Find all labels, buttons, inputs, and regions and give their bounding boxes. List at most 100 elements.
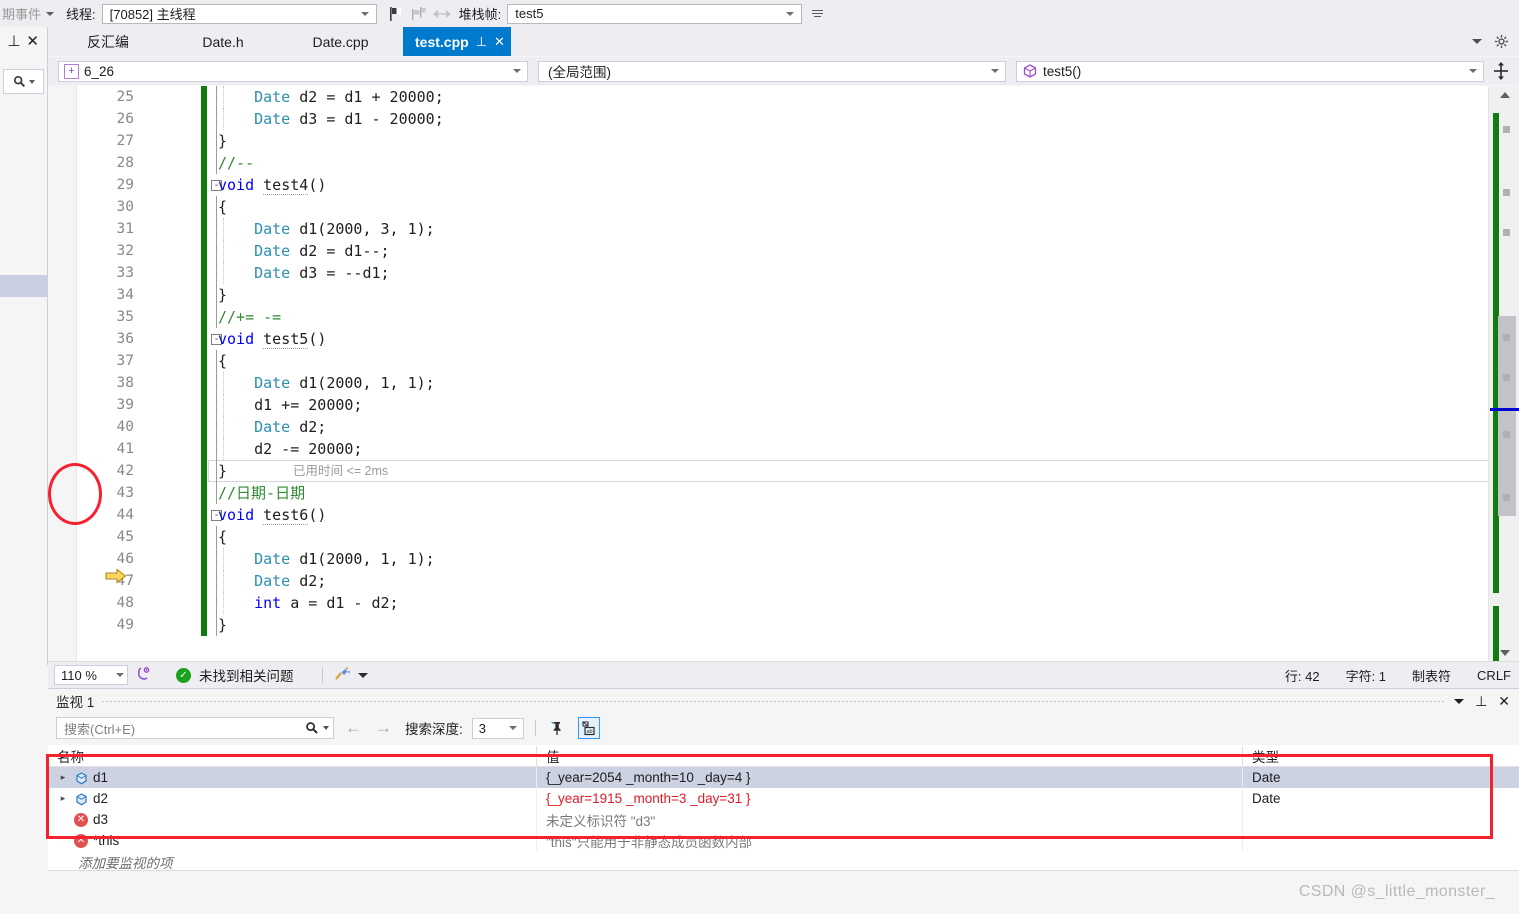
code-line[interactable]: 40 Date d2; (48, 416, 1476, 438)
link-faded-icon[interactable] (431, 5, 451, 23)
events-dropdown[interactable]: 期事件 (2, 4, 55, 23)
member-combo[interactable]: test5() (1016, 60, 1484, 82)
pin-column-icon[interactable] (547, 717, 569, 739)
tab-date-h[interactable]: Date.h (168, 28, 278, 56)
chevron-down-icon[interactable] (1454, 698, 1465, 704)
chevron-down-icon[interactable] (323, 726, 329, 730)
watch-type-cell[interactable]: ↻ (1242, 809, 1519, 830)
zoom-level-combo[interactable]: 110 % (54, 665, 128, 685)
code-line[interactable]: 41 d2 -= 20000; (48, 438, 1476, 460)
intellicode-icon[interactable] (136, 665, 153, 685)
expand-arrow-icon[interactable]: ▸ (57, 793, 69, 804)
code-token: () (308, 330, 327, 348)
code-line[interactable]: 45 { (48, 526, 1476, 548)
code-token: 1 (407, 374, 417, 392)
watch-name-cell[interactable]: ▸ d1 (48, 767, 536, 788)
close-icon[interactable]: ✕ (26, 34, 39, 49)
watch-value-cell[interactable]: 未定义标识符 "d3" (536, 809, 1242, 830)
code-line[interactable]: 27} (48, 130, 1476, 152)
tab-test-cpp[interactable]: test.cpp ⊥ ✕ (403, 27, 511, 56)
watch-value-cell[interactable]: {_year=2054 _month=10 _day=4 } (536, 767, 1242, 788)
table-row[interactable]: ▸ d1 {_year=2054 _month=10 _day=4 } Date (48, 767, 1519, 788)
code-line[interactable]: 36- void test5() (48, 328, 1476, 350)
left-panel-filler (0, 665, 48, 913)
watch-type-cell[interactable]: ↻ (1242, 830, 1519, 851)
split-window-icon[interactable] (1492, 61, 1510, 81)
watch-grid[interactable]: 名称 值 类型 ▸ d1 {_year=2054 _month=10 _day=4 … (48, 745, 1519, 872)
editor-scrollbar[interactable] (1488, 86, 1519, 681)
flag-icon[interactable] (387, 5, 405, 23)
pin-icon[interactable]: ⊥ (1475, 693, 1487, 710)
code-line[interactable]: 47 Date d2; (48, 570, 1476, 592)
watch-value-cell[interactable]: "this"只能用于非静态成员函数内部 (536, 830, 1242, 851)
watch-search-input[interactable]: 搜索(Ctrl+E) (56, 717, 334, 739)
add-watch-item-row[interactable]: 添加要监视的项 (48, 851, 1519, 872)
tab-disassembly[interactable]: 反汇编 (48, 28, 168, 56)
code-line[interactable]: 49} (48, 614, 1476, 636)
watch-panel-title: 监视 1 (56, 695, 95, 710)
change-bar (201, 372, 207, 394)
code-line[interactable]: 34} (48, 284, 1476, 306)
code-line[interactable]: 26 Date d3 = d1 - 20000; (48, 108, 1476, 130)
code-line[interactable]: 44- void test6() (48, 504, 1476, 526)
project-combo[interactable]: + 6_26 (58, 60, 528, 82)
code-line[interactable]: 28 //-- (48, 152, 1476, 174)
left-panel-selected-row[interactable] (0, 275, 47, 297)
code-line[interactable]: 37 { (48, 350, 1476, 372)
scrollbar-thumb[interactable] (1498, 316, 1516, 516)
stackframe-label: 堆栈帧: (458, 7, 502, 22)
watch-type-cell[interactable]: Date (1242, 788, 1519, 809)
code-line[interactable]: 46 Date d1(2000, 1, 1); (48, 548, 1476, 570)
code-line[interactable]: 25 Date d2 = d1 + 20000; (48, 86, 1476, 108)
code-line[interactable]: 29- void test4() (48, 174, 1476, 196)
scroll-up-button[interactable] (1489, 86, 1519, 103)
arrow-left-icon[interactable]: ← (343, 718, 364, 738)
flags-faded-icon[interactable] (409, 5, 427, 23)
left-panel-search[interactable] (3, 69, 44, 94)
gear-icon[interactable] (1494, 34, 1509, 49)
code-line[interactable]: 32 Date d2 = d1--; (48, 240, 1476, 262)
close-icon[interactable]: ✕ (1498, 693, 1510, 710)
watch-value-cell[interactable]: {_year=1915 _month=3 _day=31 } (536, 788, 1242, 809)
pin-icon[interactable]: ⊥ (7, 34, 20, 49)
watch-name-cell[interactable]: ✕ d3 (48, 809, 536, 830)
watch-type-cell[interactable]: Date (1242, 767, 1519, 788)
code-line[interactable]: 33 Date d3 = --d1; (48, 262, 1476, 284)
code-text: //+= -= (218, 306, 281, 328)
scope-combo[interactable]: (全局范围) (538, 60, 1006, 82)
code-line[interactable]: 39 d1 += 20000; (48, 394, 1476, 416)
watch-value: {_year=1915 _month=3 _day=31 } (546, 791, 751, 806)
table-row[interactable]: ✕ d3 未定义标识符 "d3" ↻ (48, 809, 1519, 830)
chevron-down-icon[interactable] (357, 672, 368, 678)
code-line[interactable]: 35 //+= -= (48, 306, 1476, 328)
code-line[interactable]: 38 Date d1(2000, 1, 1); (48, 372, 1476, 394)
thread-combo[interactable]: [70852] 主线程 (101, 3, 377, 24)
pin-icon[interactable]: ⊥ (476, 34, 487, 50)
column-header-value[interactable]: 值 (536, 745, 1242, 766)
search-depth-combo[interactable]: 3 (471, 717, 524, 739)
hex-display-icon[interactable]: ab (577, 717, 600, 739)
code-editor[interactable]: 25 Date d2 = d1 + 20000; 26 Date d3 = d1 - … (48, 86, 1519, 661)
code-cleanup-icon[interactable] (333, 666, 351, 685)
column-header-name[interactable]: 名称 (48, 746, 536, 766)
column-header-type[interactable]: 类型 (1242, 745, 1519, 766)
table-row[interactable]: ▸ d2 {_year=1915 _month=3 _day=31 } Date (48, 788, 1519, 809)
code-line[interactable]: 31 Date d1(2000, 3, 1); (48, 218, 1476, 240)
code-line[interactable]: 43//日期-日期 (48, 482, 1476, 504)
expand-arrow-icon[interactable]: ▸ (57, 772, 69, 783)
toolbar-overflow-button[interactable] (812, 10, 824, 17)
table-row[interactable]: ✕ *this "this"只能用于非静态成员函数内部 ↻ (48, 830, 1519, 851)
scroll-down-button[interactable] (1489, 644, 1519, 661)
watch-name-cell[interactable]: ✕ *this (48, 830, 536, 851)
code-line[interactable]: 30 { (48, 196, 1476, 218)
stackframe-combo[interactable]: test5 (507, 3, 803, 24)
tab-date-cpp[interactable]: Date.cpp (278, 28, 403, 56)
code-token: { (218, 528, 228, 546)
scrollbar-mark (1503, 229, 1510, 236)
code-line[interactable]: 48 int a = d1 - d2; (48, 592, 1476, 614)
arrow-right-icon[interactable]: → (373, 718, 394, 738)
close-icon[interactable]: ✕ (494, 34, 505, 50)
watch-name-cell[interactable]: ▸ d2 (48, 788, 536, 809)
chevron-down-icon[interactable] (1472, 38, 1482, 44)
code-line[interactable]: 42} 已用时间 <= 2ms (48, 460, 1519, 482)
